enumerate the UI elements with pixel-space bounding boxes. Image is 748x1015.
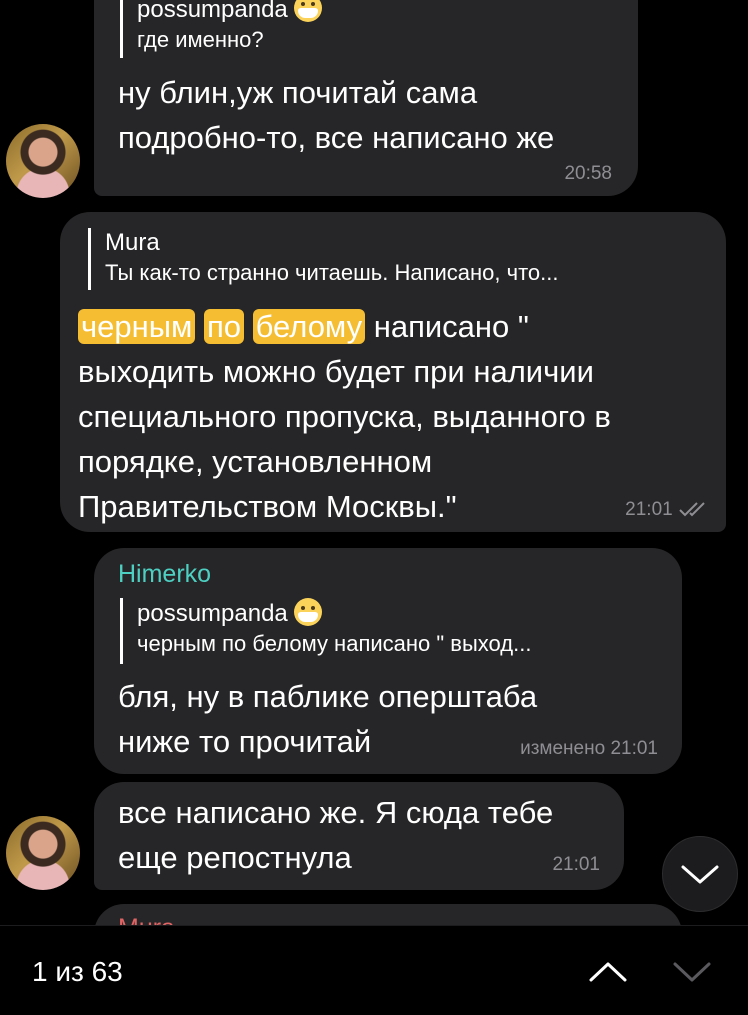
search-highlight: по	[203, 309, 245, 344]
quote-text: где именно?	[137, 27, 264, 52]
message-time-value: 21:01	[625, 499, 673, 520]
message-time: 21:01	[552, 854, 600, 875]
quote-author: possumpanda	[137, 600, 288, 627]
quote-author: possumpanda	[137, 0, 288, 23]
avatar[interactable]	[6, 124, 80, 198]
chevron-down-icon	[673, 962, 711, 982]
message-line: специального пропуска, выданного в	[78, 399, 611, 434]
message-line: выходить можно будет при наличии	[78, 354, 594, 389]
message-time-value: 21:01	[610, 738, 658, 759]
reply-quote[interactable]: possumpanda черным по белому написано " …	[120, 598, 531, 664]
message-line: порядке, установленном	[78, 444, 433, 479]
next-result-button[interactable]	[664, 946, 720, 996]
message-bubble[interactable]: Mura	[94, 904, 682, 925]
reply-quote[interactable]: possumpanda где именно?	[120, 0, 322, 58]
message-text: все написано же. Я сюда тебе еще репостн…	[118, 790, 553, 880]
message-text: ну блин,уж почитай сама подробно-то, все…	[118, 70, 554, 160]
mask-emoji-icon	[293, 0, 322, 22]
mask-emoji-icon	[293, 598, 322, 626]
message-line: ну блин,уж почитай сама	[118, 75, 478, 110]
message-text: черным по белому написано " выходить мож…	[78, 304, 611, 529]
message-bubble[interactable]: Mura Ты как-то странно читаешь. Написано…	[60, 212, 726, 532]
chevron-down-icon	[681, 865, 719, 884]
edited-label: изменено	[520, 738, 606, 759]
chevron-up-icon	[589, 962, 627, 982]
quote-text: Ты как-то странно читаешь. Написано, что…	[105, 260, 559, 285]
message-line: бля, ну в паблике оперштаба	[118, 679, 538, 714]
message-line: подробно-то, все написано же	[118, 120, 555, 155]
sender-name[interactable]: Mura	[118, 914, 175, 925]
message-time: 20:58	[564, 163, 612, 184]
message-time: изменено 21:01	[520, 738, 658, 760]
message-text-fragment: написано "	[365, 309, 529, 344]
previous-result-button[interactable]	[580, 946, 636, 996]
scroll-down-button[interactable]	[662, 836, 738, 912]
message-bubble[interactable]: possumpanda где именно? ну блин,уж почит…	[94, 0, 638, 196]
reply-quote[interactable]: Mura Ты как-то странно читаешь. Написано…	[88, 228, 558, 290]
search-result-counter: 1 из 63	[32, 956, 123, 987]
message-line: все написано же. Я сюда тебе	[118, 795, 554, 830]
message-line: Правительством Москвы."	[78, 489, 457, 524]
message-bubble[interactable]: все написано же. Я сюда тебе еще репостн…	[94, 782, 624, 890]
message-line: еще репостнула	[118, 840, 352, 875]
message-time: 21:01	[625, 499, 708, 521]
avatar[interactable]	[6, 816, 80, 890]
search-results-bar: 1 из 63	[0, 925, 748, 1015]
message-line: ниже то прочитай	[118, 724, 372, 759]
quote-text: черным по белому написано " выход...	[137, 631, 532, 656]
chat-area[interactable]: possumpanda где именно? ну блин,уж почит…	[0, 0, 748, 925]
message-line: черным по белому написано "	[78, 304, 611, 349]
quote-author: Mura	[105, 229, 160, 256]
double-check-icon	[679, 502, 705, 517]
message-bubble[interactable]: Himerko possumpanda черным по белому нап…	[94, 548, 682, 774]
message-text: бля, ну в паблике оперштаба ниже то проч…	[118, 674, 537, 764]
sender-name[interactable]: Himerko	[118, 560, 211, 589]
search-highlight: черным	[78, 309, 196, 344]
search-highlight: белому	[252, 309, 366, 344]
